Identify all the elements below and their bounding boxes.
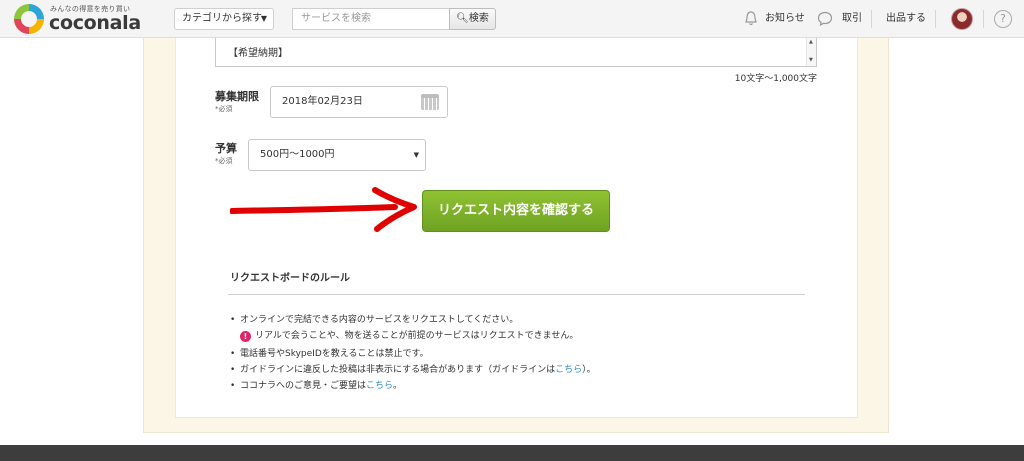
budget-select[interactable]: 500円〜1000円 ▼: [248, 139, 426, 171]
header-divider: [935, 10, 936, 28]
rules-divider: [228, 294, 805, 295]
header-divider: [983, 10, 984, 28]
logo-mark-icon: [14, 4, 44, 34]
budget-required-note: *必須: [215, 157, 233, 165]
deadline-date-input[interactable]: 2018年02月23日: [270, 86, 448, 118]
page-footer: [0, 445, 1024, 461]
exclamation-icon: !: [240, 331, 251, 342]
bullet: •: [230, 381, 236, 391]
request-detail-textarea[interactable]: 【希望納期】: [215, 38, 817, 67]
chat-bubble-icon[interactable]: [817, 11, 833, 26]
news-link[interactable]: お知らせ: [765, 0, 805, 38]
caret-down-icon: ▼: [260, 14, 267, 23]
rule-item: • ガイドラインに違反した投稿は非表示にする場合があります（ガイドラインはこちら）…: [230, 362, 596, 375]
deadline-label: 募集期限: [215, 90, 259, 103]
search-bar: サービスを検索 🔍︎検索: [292, 8, 497, 30]
top-header: みんなの得意を売り買い coconala カテゴリから探す ▼ サービスを検索 …: [0, 0, 1024, 38]
rule-item: • ココナラへのご意見・ご要望はこちら。: [230, 378, 402, 391]
search-button-label: 検索: [468, 13, 489, 24]
deadline-date-value: 2018年02月23日: [282, 96, 363, 107]
textarea-content: 【希望納期】: [228, 48, 288, 59]
calendar-icon[interactable]: [421, 94, 439, 110]
rule-item: • 電話番号やSkypeIDを教えることは禁止です。: [230, 346, 429, 359]
rule-text: オンラインで完結できる内容のサービスをリクエストしてください。: [240, 315, 519, 325]
rule-text-end: 。: [393, 381, 403, 391]
bell-icon[interactable]: [744, 11, 758, 26]
guideline-link[interactable]: こちら: [555, 365, 582, 375]
rule-warning-text: リアルで会うことや、物を送ることが前提のサービスはリクエストできません。: [255, 331, 579, 341]
budget-label: 予算: [215, 142, 237, 155]
caret-down-icon: ▼: [413, 151, 419, 159]
bullet: •: [230, 365, 236, 375]
header-divider: [871, 10, 872, 28]
coconala-logo[interactable]: みんなの得意を売り買い coconala: [14, 3, 164, 35]
rule-text: ココナラへのご意見・ご要望は: [240, 381, 367, 391]
rules-heading: リクエストボードのルール: [230, 273, 350, 284]
feedback-link[interactable]: こちら: [366, 381, 393, 391]
red-arrow-annotation: [230, 187, 417, 232]
sell-link[interactable]: 出品する: [886, 0, 926, 38]
rule-item: • オンラインで完結できる内容のサービスをリクエストしてください。: [230, 312, 518, 325]
textarea-scrollbar[interactable]: [806, 38, 816, 66]
deal-link[interactable]: 取引: [842, 0, 862, 38]
search-icon: 🔍︎: [456, 13, 469, 24]
search-input[interactable]: サービスを検索: [292, 8, 450, 30]
rule-text-end: ）。: [582, 365, 596, 375]
rule-warning: ! リアルで会うことや、物を送ることが前提のサービスはリクエストできません。: [240, 328, 578, 342]
bullet: •: [230, 349, 236, 359]
logo-wordmark: coconala: [49, 12, 141, 34]
char-count-hint: 10文字〜1,000文字: [734, 74, 817, 84]
user-avatar[interactable]: [951, 8, 973, 30]
search-button[interactable]: 🔍︎検索: [449, 8, 496, 30]
help-icon[interactable]: ?: [994, 10, 1012, 28]
rule-text: 電話番号やSkypeIDを教えることは禁止です。: [240, 349, 429, 359]
category-dropdown-button[interactable]: カテゴリから探す ▼: [174, 8, 274, 30]
category-button-label: カテゴリから探す: [182, 13, 262, 24]
bullet: •: [230, 315, 236, 325]
confirm-request-button[interactable]: リクエスト内容を確認する: [422, 190, 610, 232]
budget-select-value: 500円〜1000円: [260, 149, 335, 160]
rule-text: ガイドラインに違反した投稿は非表示にする場合があります（ガイドラインは: [240, 365, 556, 375]
deadline-required-note: *必須: [215, 105, 233, 113]
